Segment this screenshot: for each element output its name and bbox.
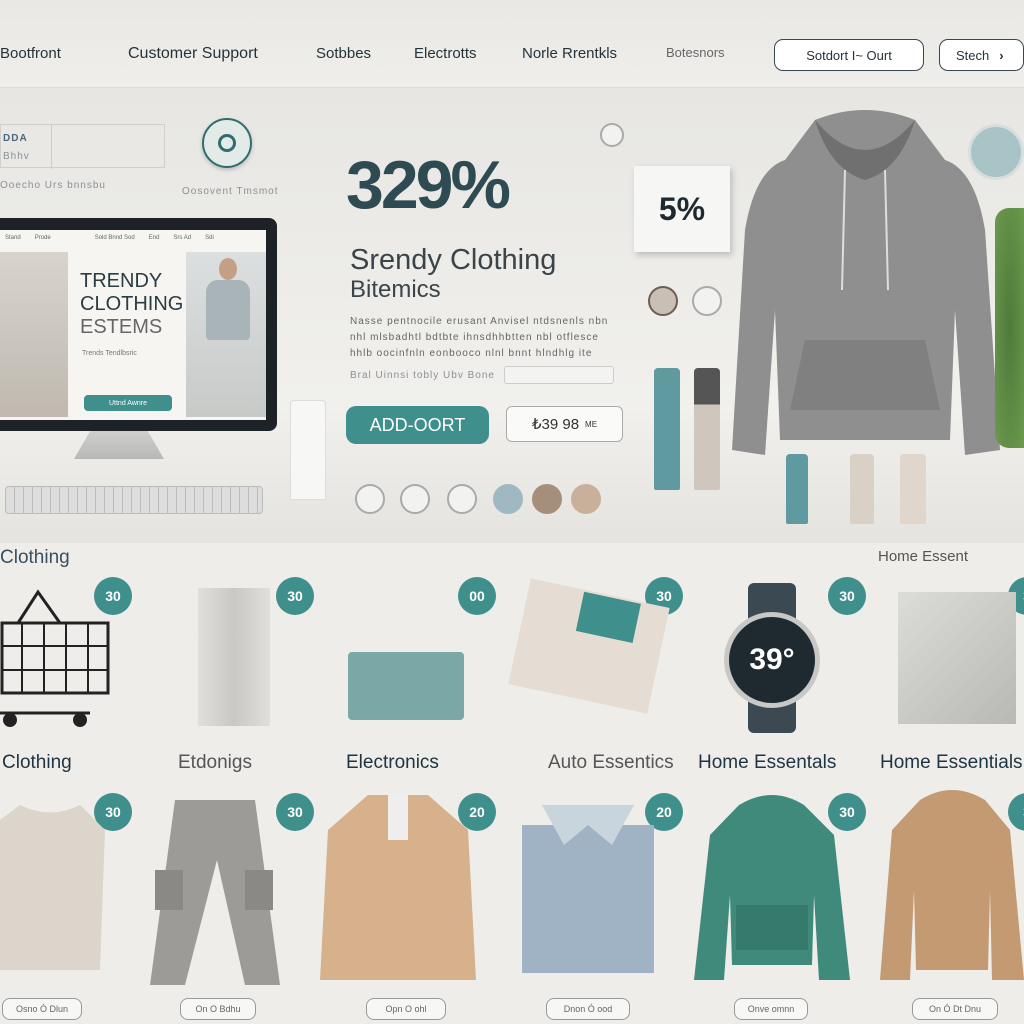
color-swatch[interactable] <box>400 484 430 514</box>
section-label-clothing: Clothing <box>0 547 70 568</box>
trousers-image <box>198 588 270 726</box>
color-swatch[interactable] <box>532 484 562 514</box>
product-button[interactable]: On O Bdhu <box>180 998 256 1020</box>
category-home-essentials-2[interactable]: Home Essentials <box>880 752 1023 774</box>
monitor-stand <box>74 431 164 459</box>
color-swatch[interactable] <box>493 484 523 514</box>
product-button[interactable]: Dnon Ó ood <box>546 998 630 1020</box>
info-card-line: Bhhv <box>3 151 30 162</box>
info-card-line: DDA <box>3 133 28 144</box>
hero-subtitle: Bitemics <box>350 276 441 303</box>
decor-print-image <box>898 592 1016 724</box>
nav-link-home-essentials[interactable]: Norle Rrentkls <box>522 45 617 62</box>
jacket-image <box>320 795 476 980</box>
decor-button <box>648 286 678 316</box>
quantity-input[interactable] <box>504 366 614 384</box>
price-value: ₺39 98 <box>531 416 580 433</box>
top-navigation: Bootfront Customer Support Sotbbes Elect… <box>0 0 1024 88</box>
hero-description: Nasse pentnocile erusant Anvisel ntdsnen… <box>350 316 609 359</box>
smartwatch-display: 39° <box>724 612 820 708</box>
screen-title: TRENDY CLOTHING ESTEMS <box>80 270 184 338</box>
decor-button <box>692 286 722 316</box>
product-button[interactable]: On Ó Dt Dnu <box>912 998 998 1020</box>
discount-box: 5% <box>634 166 730 252</box>
gray-hoodie-image <box>732 110 1000 455</box>
color-swatch[interactable] <box>355 484 385 514</box>
tshirt-image <box>0 805 105 970</box>
keyboard <box>5 486 263 514</box>
bottle <box>850 454 874 524</box>
screen-cta-button[interactable]: Uttnd Awnre <box>84 395 172 411</box>
add-to-cart-button[interactable]: ADD-OORT <box>346 406 489 444</box>
category-etdonigs[interactable]: Etdonigs <box>178 752 252 774</box>
search-button[interactable]: Stech › <box>939 39 1024 71</box>
bottle <box>654 368 680 490</box>
product-button[interactable]: Osno Ó Dlun <box>2 998 82 1020</box>
hero-section: DDA Bhhv Ooecho Urs bnnsbu Oosovent Tmsm… <box>0 88 1024 543</box>
monitor-screen: Stand Prode Sold Bnnd Sod End Srs Ad Sdi TREN… <box>0 230 266 420</box>
tan-hoodie-image <box>880 790 1024 980</box>
device-image <box>348 652 464 720</box>
nav-link-electronics[interactable]: Electrotts <box>414 45 477 62</box>
shopping-basket-icon <box>0 589 110 727</box>
product-button[interactable]: Opn O ohl <box>366 998 446 1020</box>
cargo-pants-image <box>150 800 280 985</box>
price-suffix: ME <box>585 419 598 429</box>
bottle <box>900 454 926 524</box>
category-clothing[interactable]: Clothing <box>2 752 72 774</box>
chevron-right-icon: › <box>999 47 1004 63</box>
bottle <box>786 454 808 524</box>
plant-image <box>995 208 1024 448</box>
count-badge: 30 <box>828 577 866 615</box>
desktop-monitor: Stand Prode Sold Bnnd Sod End Srs Ad Sdi TREN… <box>0 218 277 431</box>
hero-title: Srendy Clothing <box>350 244 557 276</box>
category-electronics[interactable]: Electronics <box>346 752 439 774</box>
screen-model-image <box>0 252 68 417</box>
screen-nav: Stand Prode Sold Bnnd Sod End Srs Ad Sdi <box>5 235 214 241</box>
nav-link-customer-support[interactable]: Customer Support <box>128 45 258 63</box>
count-badge: 00 <box>458 577 496 615</box>
section-label-home: Home Essent <box>878 548 969 565</box>
price-display: ₺39 98 ME <box>506 406 623 442</box>
brand-logo-icon <box>202 118 252 168</box>
nav-link-bestsellers[interactable]: Botesnors <box>666 45 725 60</box>
search-button-label: Stech <box>956 47 990 63</box>
screen-caption: Trends Tendlbsric <box>82 350 137 357</box>
nav-link-solutions[interactable]: Sotbbes <box>316 45 371 62</box>
quantity-label: Bral Uinnsi tobly Ubv Bone <box>350 370 495 381</box>
info-card: DDA Bhhv <box>0 124 165 169</box>
logo-caption: Oosovent Tmsmot <box>182 186 279 197</box>
category-auto-essentials[interactable]: Auto Essentics <box>548 752 674 774</box>
cart-button[interactable]: Sotdort I~ Ourt <box>774 39 924 71</box>
nav-link-storefront[interactable]: Bootfront <box>0 45 61 62</box>
green-hoodie-image <box>694 795 850 980</box>
decor-button <box>600 123 624 147</box>
discount-headline: 329% <box>346 147 511 223</box>
category-home-essentials[interactable]: Home Essentals <box>698 752 836 774</box>
product-button[interactable]: Onve omnn <box>734 998 808 1020</box>
decor-disc <box>968 124 1024 180</box>
info-card-caption: Ooecho Urs bnnsbu <box>0 180 106 191</box>
color-swatch[interactable] <box>571 484 601 514</box>
color-swatch[interactable] <box>447 484 477 514</box>
screen-model-image <box>186 252 266 417</box>
lotion-bottle <box>290 400 326 500</box>
bottle <box>694 368 720 490</box>
polo-shirt-image <box>522 805 654 973</box>
count-badge: 30 <box>276 577 314 615</box>
